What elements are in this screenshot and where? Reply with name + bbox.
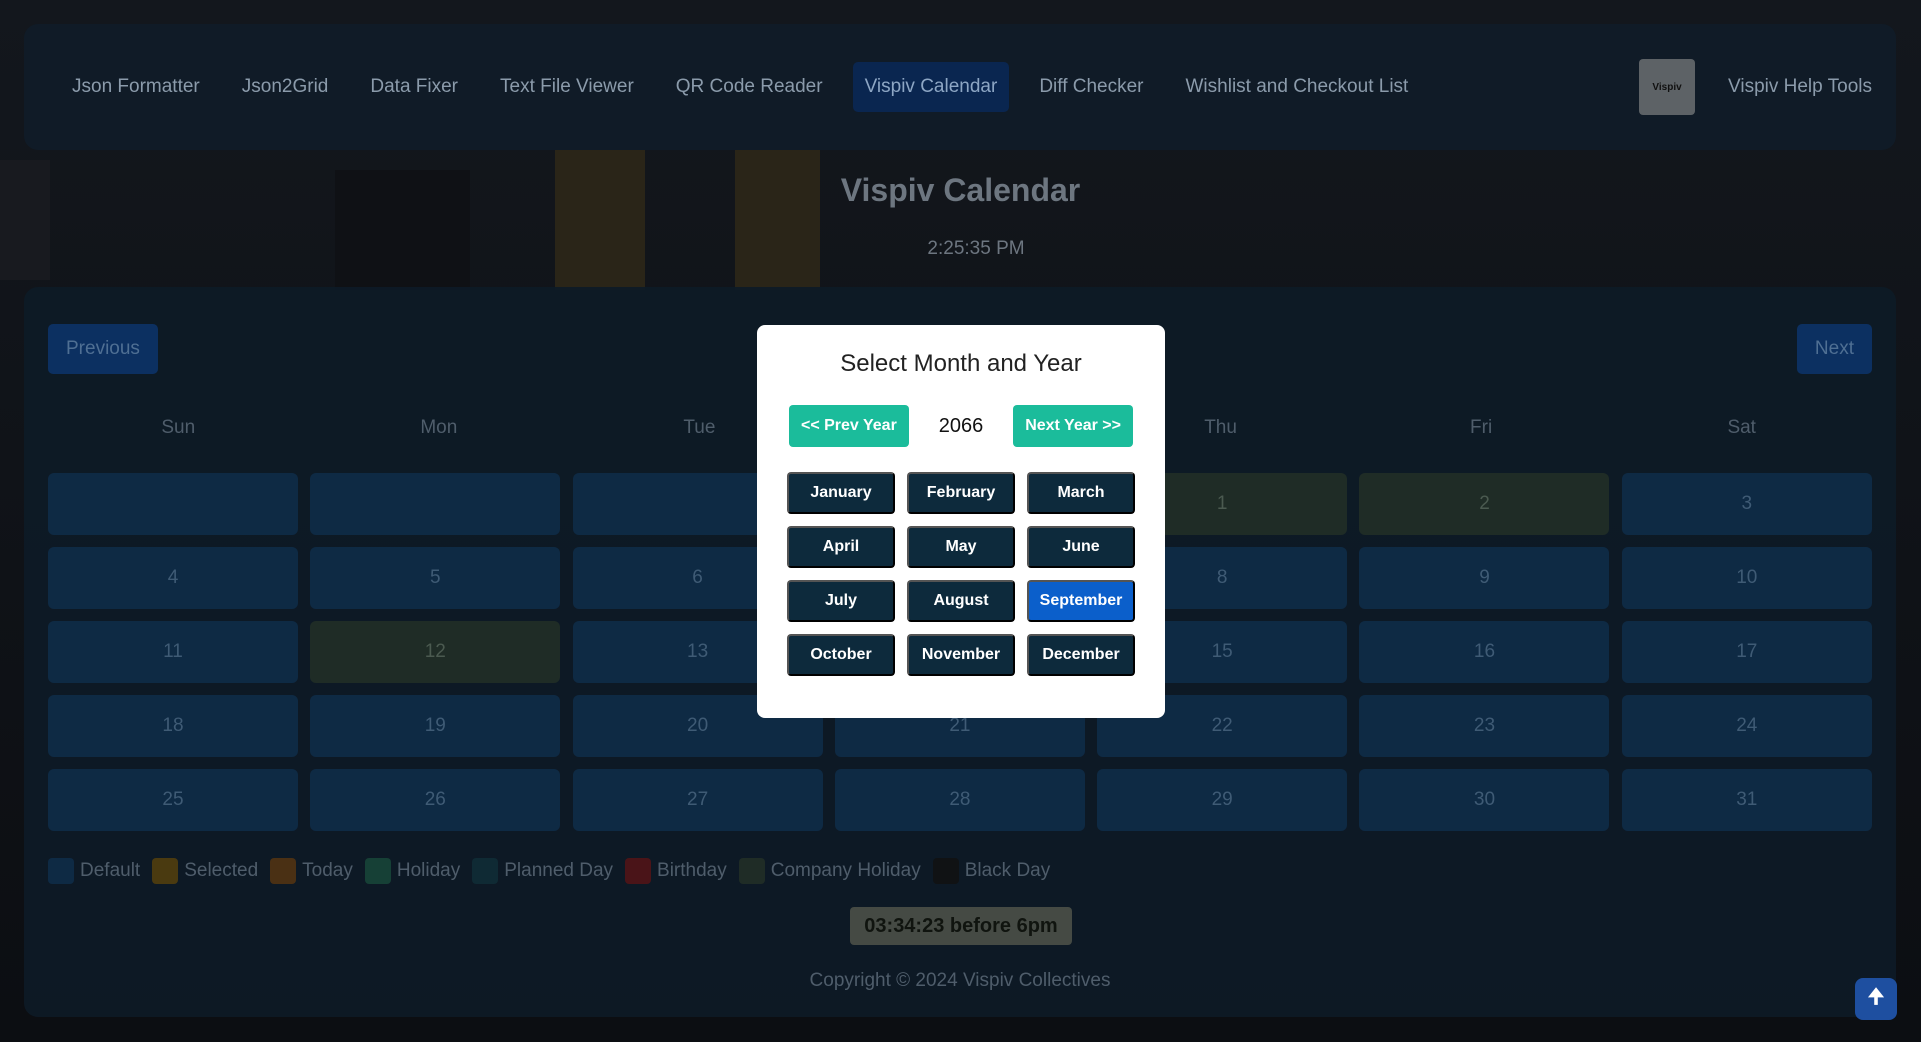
nav-item-diff-checker[interactable]: Diff Checker <box>1027 62 1155 112</box>
nav-item-qr-code-reader[interactable]: QR Code Reader <box>664 62 835 112</box>
day-cell[interactable]: 5 <box>310 547 561 609</box>
day-cell[interactable]: 23 <box>1359 695 1610 757</box>
page-title: Vispiv Calendar <box>840 172 1081 208</box>
legend-label: Holiday <box>396 860 461 881</box>
month-button-december[interactable]: December <box>1027 634 1135 676</box>
day-cell[interactable]: 24 <box>1621 695 1872 757</box>
day-cell[interactable]: 30 <box>1359 769 1610 831</box>
day-cell[interactable]: 28 <box>834 769 1085 831</box>
empty-day-cell[interactable] <box>310 473 561 535</box>
month-button-april[interactable]: April <box>787 526 895 568</box>
legend-swatch <box>364 858 391 884</box>
arrow-up-icon: 🠉 <box>1867 984 1885 1008</box>
day-cell[interactable]: 17 <box>1621 621 1872 683</box>
background-building <box>735 150 820 290</box>
month-button-july[interactable]: July <box>787 580 895 622</box>
nav-brand-area: Vispiv Vispiv Help Tools <box>1639 59 1872 115</box>
modal-title: Select Month and Year <box>840 350 1082 377</box>
next-year-button[interactable]: Next Year >> <box>1013 405 1133 447</box>
legend-label: Selected <box>184 860 259 881</box>
weekday-label: Fri <box>1470 417 1493 438</box>
legend-item: Today <box>270 858 353 884</box>
month-button-february[interactable]: February <box>907 472 1015 514</box>
nav-item-vispiv-calendar[interactable]: Vispiv Calendar <box>852 62 1010 112</box>
legend-label: Black Day <box>964 860 1051 881</box>
legend-item: Selected <box>152 858 258 884</box>
day-cell[interactable]: 4 <box>48 547 298 609</box>
empty-day-cell[interactable] <box>48 473 298 535</box>
vispiv-logo[interactable]: Vispiv <box>1639 59 1696 115</box>
legend-swatch <box>152 858 179 884</box>
legend-item: Default <box>48 858 140 884</box>
legend-label: Default <box>80 860 141 881</box>
day-cell[interactable]: 27 <box>572 769 823 831</box>
day-cell[interactable]: 31 <box>1621 769 1872 831</box>
month-year-modal: Select Month and Year << Prev Year 2066 … <box>757 325 1165 718</box>
copyright: Copyright © 2024 Vispiv Collectives <box>809 970 1111 991</box>
legend-swatch <box>270 858 297 884</box>
weekday-label: Sun <box>161 417 196 438</box>
month-button-january[interactable]: January <box>787 472 895 514</box>
weekday-label: Sat <box>1727 417 1756 438</box>
day-cell[interactable]: 9 <box>1359 547 1610 609</box>
day-cell[interactable]: 19 <box>310 695 561 757</box>
legend-label: Today <box>302 860 353 881</box>
top-navbar: Json Formatter Json2Grid Data Fixer Text… <box>24 24 1896 150</box>
legend-item: Birthday <box>625 858 727 884</box>
legend-label: Birthday <box>657 860 727 881</box>
legend-swatch <box>48 858 74 884</box>
legend-swatch <box>625 858 652 884</box>
day-cell[interactable]: 3 <box>1621 473 1872 535</box>
month-button-june[interactable]: June <box>1027 526 1135 568</box>
next-month-button[interactable]: Next <box>1796 324 1872 374</box>
logo-text: Vispiv <box>1652 81 1682 93</box>
month-button-august[interactable]: August <box>907 580 1015 622</box>
day-cell[interactable]: 12 <box>310 621 561 683</box>
scroll-to-top-button[interactable]: 🠉 <box>1855 978 1897 1020</box>
month-button-november[interactable]: November <box>907 634 1015 676</box>
day-cell[interactable]: 29 <box>1097 769 1348 831</box>
month-button-march[interactable]: March <box>1027 472 1135 514</box>
weekday-label: Mon <box>420 417 458 438</box>
day-cell[interactable]: 25 <box>48 769 298 831</box>
nav-item-wishlist[interactable]: Wishlist and Checkout List <box>1174 62 1421 112</box>
brand-link[interactable]: Vispiv Help Tools <box>1728 76 1872 98</box>
month-button-september[interactable]: September <box>1027 580 1135 622</box>
legend-swatch <box>932 858 959 884</box>
day-cell[interactable]: 2 <box>1359 473 1610 535</box>
prev-year-button[interactable]: << Prev Year <box>789 405 909 447</box>
legend-label: Planned Day <box>504 860 614 881</box>
nav-item-json2grid[interactable]: Json2Grid <box>230 62 341 112</box>
legend-label: Company Holiday <box>770 860 921 881</box>
legend-item: Planned Day <box>472 858 613 884</box>
day-cell[interactable]: 26 <box>310 769 561 831</box>
month-button-october[interactable]: October <box>787 634 895 676</box>
legend-item: Black Day <box>932 858 1051 884</box>
day-cell[interactable]: 16 <box>1359 621 1610 683</box>
day-cell[interactable]: 18 <box>48 695 298 757</box>
clock: 2:25:35 PM <box>927 238 1025 259</box>
countdown-badge: 03:34:23 before 6pm <box>850 907 1072 945</box>
nav-item-json-formatter[interactable]: Json Formatter <box>60 62 212 112</box>
legend-item: Holiday <box>364 858 461 884</box>
month-grid: January February March April May June July Augu… <box>787 472 1137 676</box>
year-value: 2066 <box>938 414 984 437</box>
nav-item-data-fixer[interactable]: Data Fixer <box>358 62 470 112</box>
background-building <box>555 150 645 290</box>
month-button-may[interactable]: May <box>907 526 1015 568</box>
legend-swatch <box>472 858 499 884</box>
year-selector: << Prev Year 2066 Next Year >> <box>789 405 1133 447</box>
nav-item-text-file-viewer[interactable]: Text File Viewer <box>488 62 646 112</box>
day-cell[interactable]: 10 <box>1621 547 1872 609</box>
legend-swatch <box>738 858 765 884</box>
legend-item: Company Holiday <box>738 858 921 884</box>
legend: Default Selected Today Holiday Planned Day Bi… <box>48 858 1062 884</box>
previous-month-button[interactable]: Previous <box>48 324 158 374</box>
day-cell[interactable]: 11 <box>48 621 298 683</box>
